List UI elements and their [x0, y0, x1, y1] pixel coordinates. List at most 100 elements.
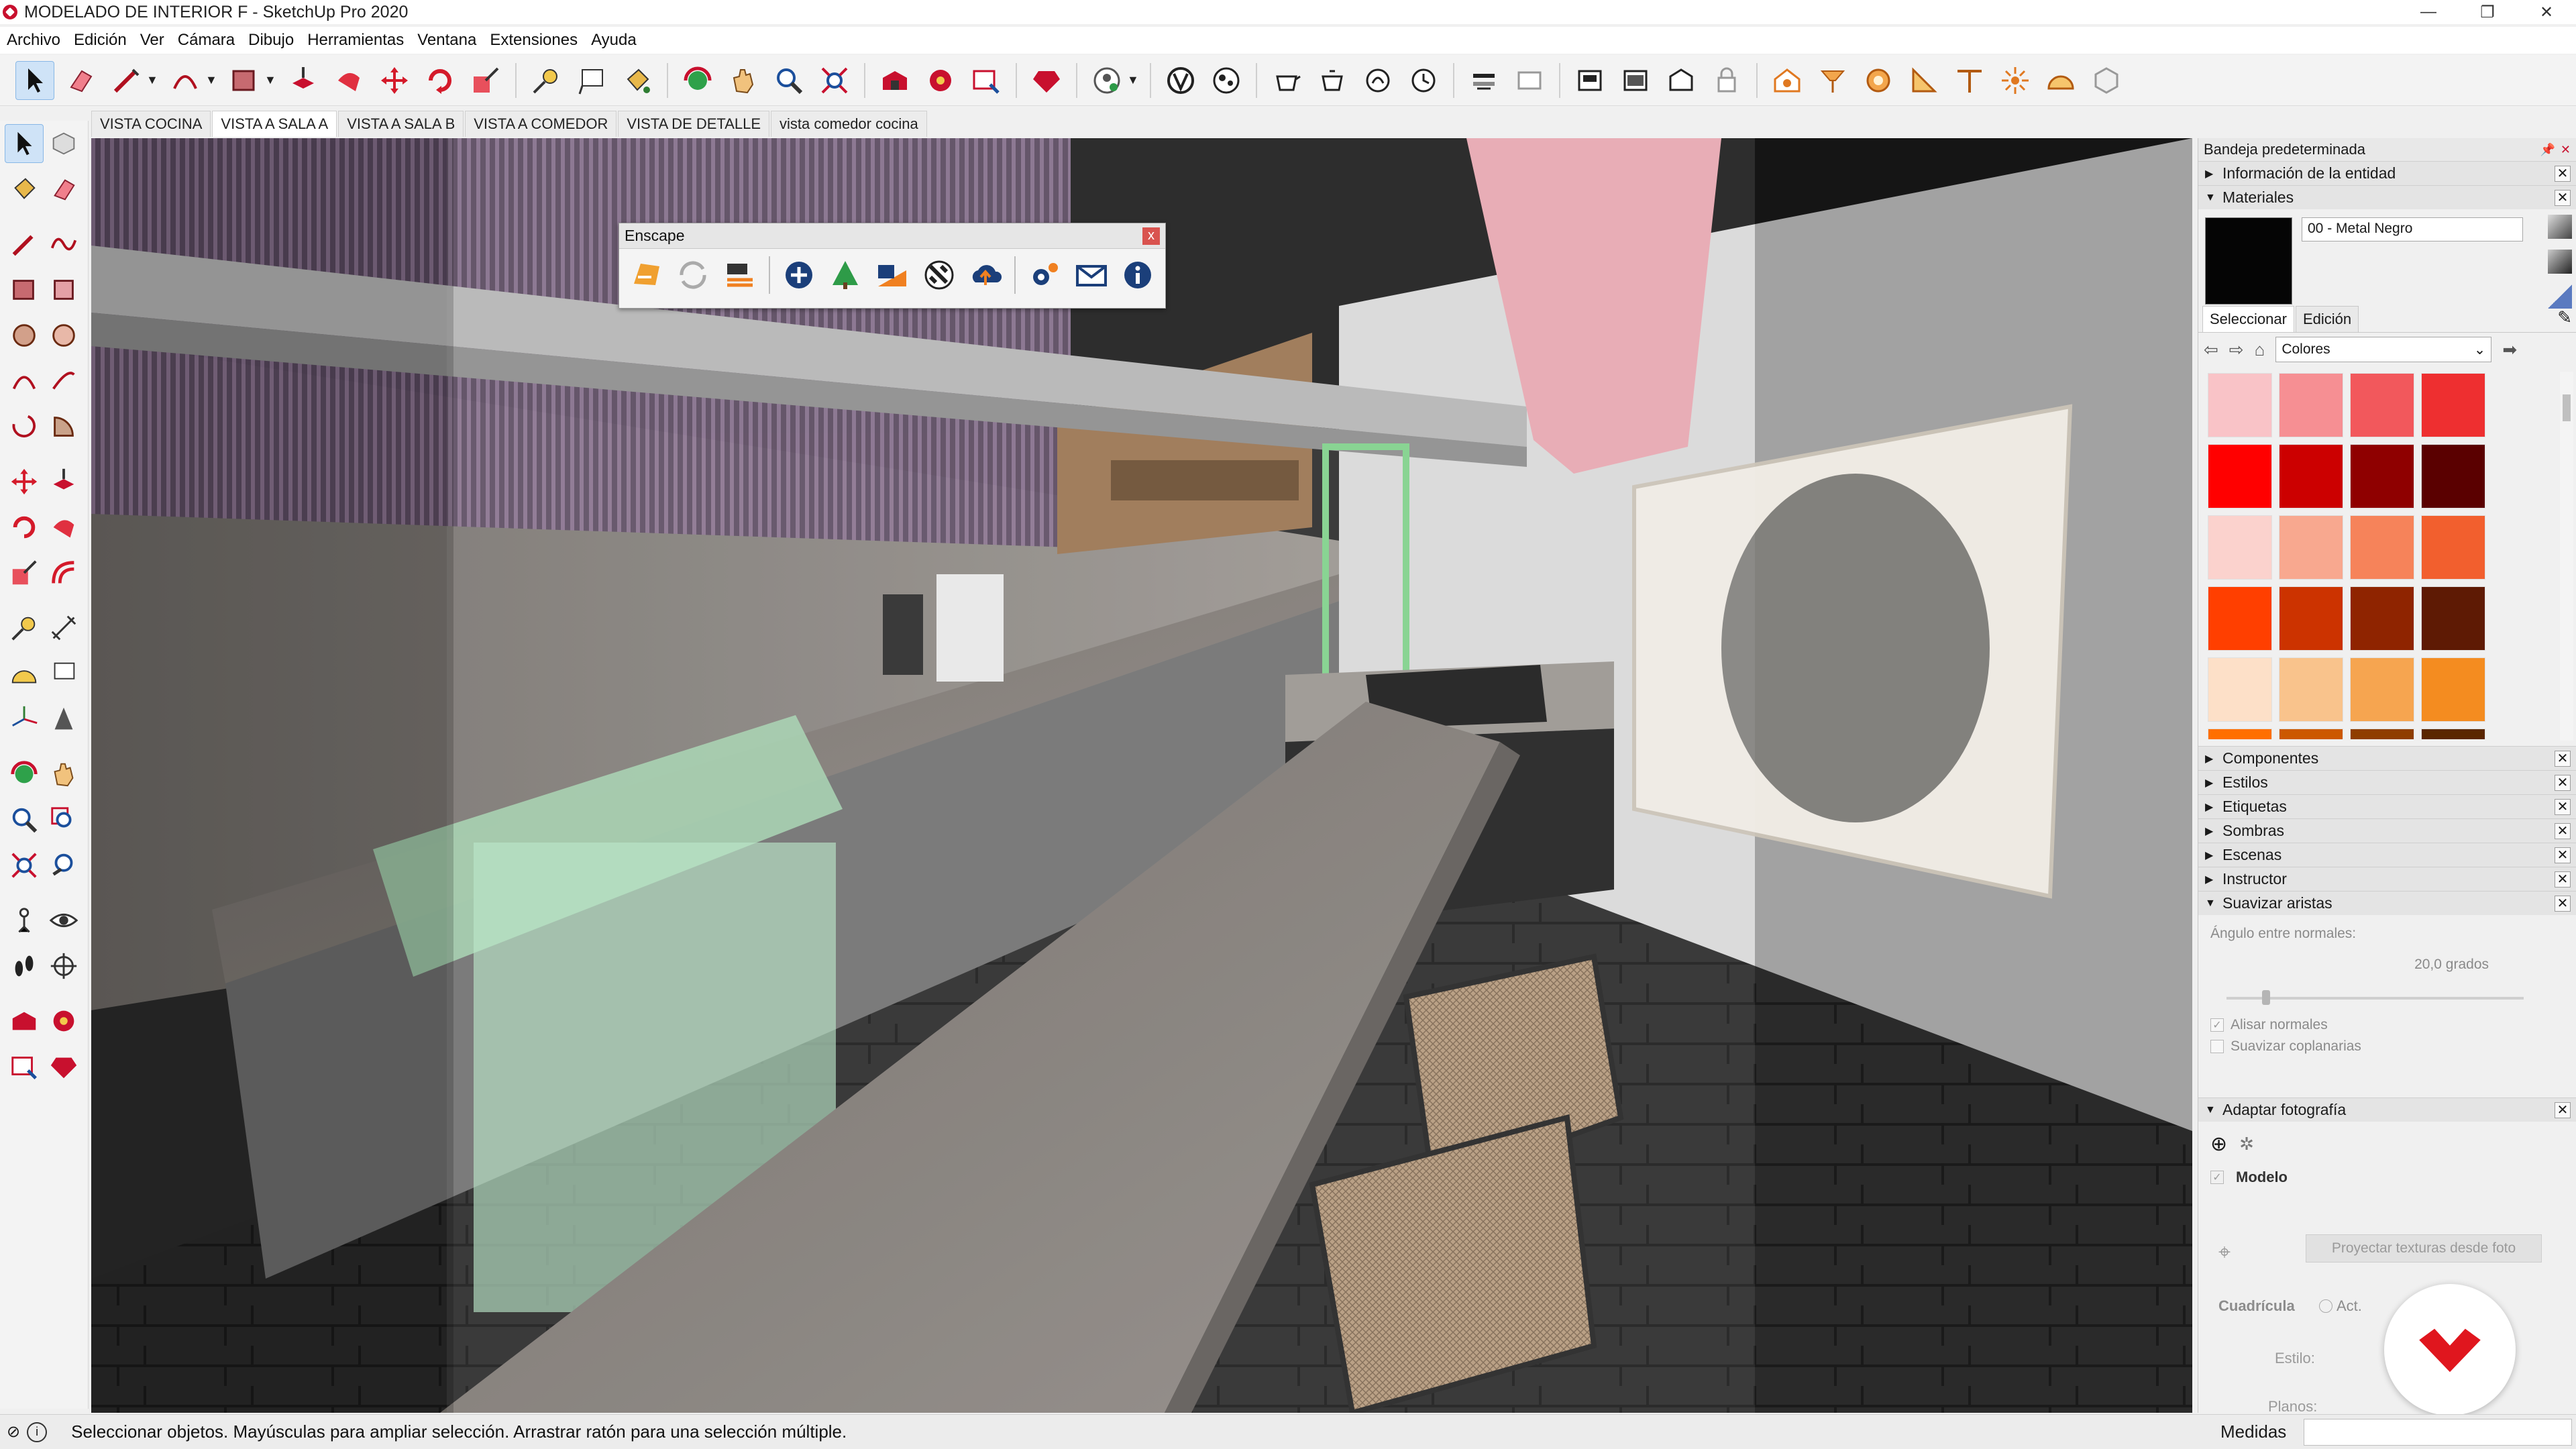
sample-paint-icon[interactable]	[2548, 284, 2572, 309]
panel-etiquetas[interactable]: ▶ Etiquetas ✕	[2198, 794, 2576, 818]
chevron-down-icon[interactable]: ▼	[205, 73, 217, 87]
menu-camara[interactable]: Cámara	[171, 31, 241, 50]
color-swatch[interactable]	[2208, 729, 2272, 739]
color-swatch[interactable]	[2279, 657, 2343, 722]
chevron-down-icon[interactable]: ▼	[146, 73, 158, 87]
scene-tab-vista-a-comedor[interactable]: VISTA A COMEDOR	[465, 111, 617, 137]
color-swatch[interactable]	[2421, 657, 2485, 722]
close-icon[interactable]: ✕	[2555, 1102, 2571, 1118]
material-name-field[interactable]: 00 - Metal Negro	[2302, 217, 2523, 241]
section-fill-icon[interactable]	[1616, 61, 1655, 100]
menu-extensiones[interactable]: Extensiones	[483, 31, 584, 50]
panel-suavizar-aristas[interactable]: ▼ Suavizar aristas ✕	[2198, 891, 2576, 915]
color-swatch[interactable]	[2279, 444, 2343, 508]
rect-light-icon[interactable]	[1510, 61, 1549, 100]
eyedropper-icon[interactable]: ✎	[2557, 307, 2572, 332]
panel-sombras[interactable]: ▶ Sombras ✕	[2198, 818, 2576, 843]
chevron-down-icon[interactable]: ▼	[264, 73, 276, 87]
close-icon[interactable]: x	[1142, 227, 1160, 245]
arc-icon[interactable]	[5, 362, 44, 400]
menu-dibujo[interactable]: Dibujo	[241, 31, 301, 50]
close-icon[interactable]: ✕	[2555, 165, 2571, 182]
add-view-icon[interactable]	[778, 254, 820, 296]
angle-slider[interactable]	[2210, 985, 2564, 1012]
look-around-icon[interactable]	[44, 901, 83, 940]
close-icon[interactable]: ✕	[2555, 871, 2571, 888]
eraser-tool-icon[interactable]	[61, 61, 100, 100]
back-arrow-icon[interactable]: ⇦	[2204, 339, 2218, 360]
tape-measure-icon[interactable]	[5, 608, 44, 647]
cloud-render-icon[interactable]	[1358, 61, 1397, 100]
close-icon[interactable]: ✕	[2555, 822, 2571, 839]
tab-edicion[interactable]: Edición	[2295, 306, 2359, 332]
forward-arrow-icon[interactable]: ⇨	[2229, 339, 2244, 360]
extension-warehouse-icon[interactable]	[44, 1002, 83, 1040]
mail-icon[interactable]	[1071, 254, 1112, 296]
eraser-icon[interactable]	[44, 170, 83, 209]
layout-send-icon[interactable]	[5, 1047, 44, 1086]
close-icon[interactable]: ✕	[2555, 189, 2571, 206]
close-icon[interactable]: ✕	[2555, 798, 2571, 815]
ruby-icon[interactable]	[44, 1047, 83, 1086]
radio-icon[interactable]	[2319, 1299, 2332, 1313]
create-material-icon[interactable]	[2548, 215, 2572, 239]
project-textures-button[interactable]: Proyectar texturas desde foto	[2306, 1234, 2542, 1263]
proxy-icon[interactable]	[2087, 61, 2126, 100]
color-swatch[interactable]	[2208, 373, 2272, 437]
scale-icon[interactable]	[5, 553, 44, 592]
paint-bucket-icon[interactable]	[5, 170, 44, 209]
warehouse-icon[interactable]	[875, 61, 914, 100]
panel-componentes[interactable]: ▶ Componentes ✕	[2198, 746, 2576, 770]
color-swatch[interactable]	[2208, 515, 2272, 580]
orbit-icon[interactable]	[5, 755, 44, 794]
swatch-scrollbar[interactable]	[2560, 372, 2573, 741]
menu-edicion[interactable]: Edición	[67, 31, 133, 50]
minimize-button[interactable]: —	[2399, 0, 2458, 24]
rotated-rectangle-icon[interactable]	[44, 270, 83, 309]
panel-instructor[interactable]: ▶ Instructor ✕	[2198, 867, 2576, 891]
color-swatch[interactable]	[2279, 515, 2343, 580]
color-swatch[interactable]	[2279, 586, 2343, 651]
extension-warehouse-icon[interactable]	[921, 61, 960, 100]
omni-light-icon[interactable]	[1464, 61, 1503, 100]
pie-icon[interactable]	[44, 407, 83, 446]
text-tool-icon[interactable]	[572, 61, 611, 100]
sphere-light-icon[interactable]	[1859, 61, 1898, 100]
ruby-console-icon[interactable]	[1027, 61, 1066, 100]
color-swatch[interactable]	[2421, 729, 2485, 739]
circle-icon[interactable]	[5, 316, 44, 355]
scene-tab-vista-a-sala-a[interactable]: VISTA A SALA A	[212, 111, 337, 137]
text-icon[interactable]	[44, 654, 83, 693]
tape-measure-icon[interactable]	[527, 61, 566, 100]
freehand-icon[interactable]	[44, 225, 83, 264]
scale-tool-icon[interactable]	[466, 61, 505, 100]
offset-icon[interactable]	[44, 553, 83, 592]
soften-coplanar-option[interactable]: Suavizar coplanarias	[2210, 1038, 2564, 1055]
pan-tool-icon[interactable]	[724, 61, 763, 100]
zoom-tool-icon[interactable]	[769, 61, 808, 100]
default-paint-icon[interactable]	[2548, 250, 2572, 274]
tab-seleccionar[interactable]: Seleccionar	[2202, 306, 2294, 332]
position-camera-icon[interactable]	[5, 901, 44, 940]
soften-coplanar-checkbox[interactable]	[2210, 1040, 2224, 1053]
section-plane-icon[interactable]	[44, 947, 83, 985]
library-select[interactable]: Colores ⌄	[2275, 337, 2492, 362]
dome-light-icon[interactable]	[2041, 61, 2080, 100]
polygon-icon[interactable]	[44, 316, 83, 355]
zoom-extents-icon[interactable]	[815, 61, 854, 100]
act-option[interactable]: Act.	[2319, 1297, 2362, 1315]
move-icon[interactable]	[5, 462, 44, 501]
color-swatch[interactable]	[2279, 729, 2343, 739]
pin-icon[interactable]: 📌	[2540, 143, 2555, 157]
arc-tool-icon[interactable]	[166, 61, 205, 100]
3d-text-icon[interactable]	[44, 700, 83, 739]
vray-asset-editor-icon[interactable]	[1207, 61, 1246, 100]
follow-me-tool-icon[interactable]	[329, 61, 368, 100]
layout-send-icon[interactable]	[967, 61, 1006, 100]
geolocation-icon[interactable]: ⊘	[7, 1422, 20, 1442]
panel-entity-info[interactable]: ▶ Información de la entidad ✕	[2198, 161, 2576, 185]
color-swatch[interactable]	[2350, 373, 2414, 437]
line-tool-icon[interactable]	[107, 61, 146, 100]
color-swatch[interactable]	[2350, 586, 2414, 651]
push-pull-tool-icon[interactable]	[284, 61, 323, 100]
